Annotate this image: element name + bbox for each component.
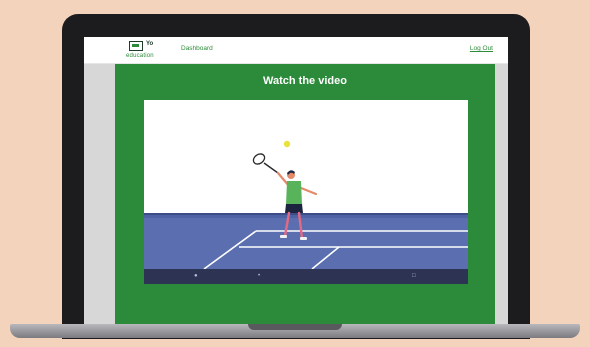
tennis-ball-icon <box>283 140 291 148</box>
volume-icon[interactable]: • <box>258 273 260 279</box>
court-surface <box>144 218 468 269</box>
brand-logo[interactable]: Yo education <box>126 40 166 62</box>
logo-mark: Yo <box>146 41 154 47</box>
racket-handle <box>263 162 279 174</box>
content-panel: Watch the video ● • □ <box>115 64 495 324</box>
player-shoe-left <box>280 235 287 238</box>
fullscreen-icon[interactable]: □ <box>412 273 416 279</box>
video-controls: ● • □ <box>144 269 468 284</box>
player-shoe-right <box>300 237 307 240</box>
laptop-notch <box>248 324 342 330</box>
tennis-player-serving-icon <box>144 140 468 270</box>
app-header: Yo education Dashboard Log Out <box>84 37 508 64</box>
player-shorts <box>285 204 303 213</box>
logo-text: education <box>126 53 154 59</box>
video-player[interactable]: ● • □ <box>144 100 468 284</box>
laptop-screen: Yo education Dashboard Log Out Watch the… <box>84 37 508 324</box>
page-title: Watch the video <box>263 75 347 87</box>
logout-link[interactable]: Log Out <box>470 45 493 52</box>
player-arm-extended <box>299 186 318 196</box>
play-icon[interactable]: ● <box>194 273 198 279</box>
nav-dashboard-link[interactable]: Dashboard <box>181 45 213 52</box>
logo-icon <box>129 41 143 51</box>
player-shirt <box>286 181 302 205</box>
